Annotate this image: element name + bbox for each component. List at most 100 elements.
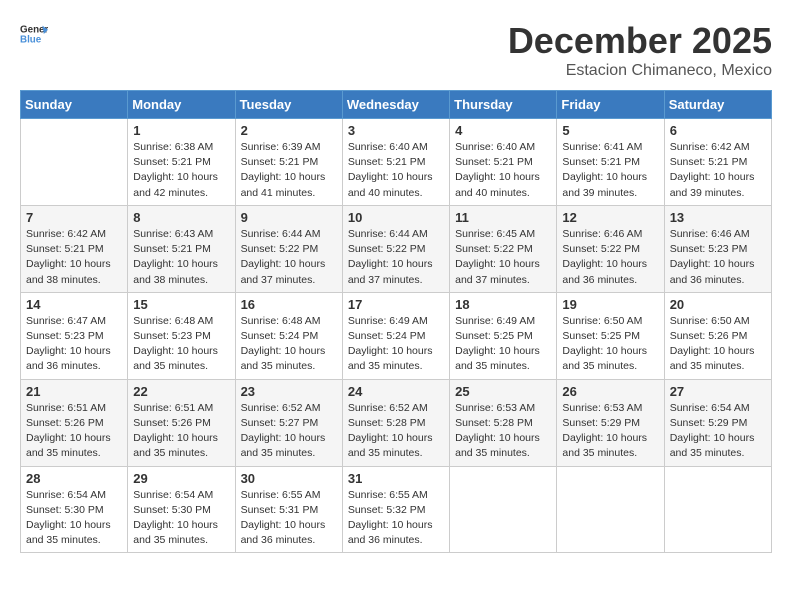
location-title: Estacion Chimaneco, Mexico bbox=[508, 62, 772, 80]
day-cell: 7 Sunrise: 6:42 AM Sunset: 5:21 PM Daylig… bbox=[21, 205, 128, 292]
day-cell: 10Sunrise: 6:44 AM Sunset: 5:22 PM Dayli… bbox=[342, 205, 449, 292]
day-number: 25 bbox=[455, 384, 551, 399]
day-info: Sunrise: 6:50 AM Sunset: 5:25 PM Dayligh… bbox=[562, 314, 658, 375]
day-cell: 18 Sunrise: 6:49 AM Sunset: 5:25 PM Dayli… bbox=[450, 292, 557, 379]
day-info: Sunrise: 6:55 AM Sunset: 5:31 PM Dayligh… bbox=[241, 488, 337, 549]
day-number: 11 bbox=[455, 210, 551, 225]
day-info: Sunrise: 6:54 AM Sunset: 5:30 PM Dayligh… bbox=[26, 488, 122, 549]
weekday-header-tuesday: Tuesday bbox=[235, 91, 342, 119]
day-number: 30 bbox=[241, 471, 337, 486]
day-info: Sunrise: 6:40 AM Sunset: 5:21 PM Dayligh… bbox=[455, 140, 551, 201]
day-cell bbox=[664, 466, 771, 553]
day-info: Sunrise: 6:53 AM Sunset: 5:28 PM Dayligh… bbox=[455, 401, 551, 462]
day-cell: 8Sunrise: 6:43 AM Sunset: 5:21 PM Daylig… bbox=[128, 205, 235, 292]
day-number: 20 bbox=[670, 297, 766, 312]
day-info: Sunrise: 6:49 AM Sunset: 5:24 PM Dayligh… bbox=[348, 314, 444, 375]
day-info: Sunrise: 6:54 AM Sunset: 5:29 PM Dayligh… bbox=[670, 401, 766, 462]
header: General Blue December 2025 Estacion Chim… bbox=[20, 20, 772, 80]
day-cell: 30 Sunrise: 6:55 AM Sunset: 5:31 PM Dayli… bbox=[235, 466, 342, 553]
day-cell: 26 Sunrise: 6:53 AM Sunset: 5:29 PM Dayli… bbox=[557, 379, 664, 466]
title-area: December 2025 Estacion Chimaneco, Mexico bbox=[508, 20, 772, 80]
day-info: Sunrise: 6:42 AM Sunset: 5:21 PM Dayligh… bbox=[26, 227, 122, 288]
day-cell: 1Sunrise: 6:38 AM Sunset: 5:21 PM Daylig… bbox=[128, 119, 235, 206]
day-cell bbox=[557, 466, 664, 553]
day-info: Sunrise: 6:46 AM Sunset: 5:23 PM Dayligh… bbox=[670, 227, 766, 288]
day-number: 21 bbox=[26, 384, 122, 399]
day-info: Sunrise: 6:44 AM Sunset: 5:22 PM Dayligh… bbox=[241, 227, 337, 288]
day-number: 24 bbox=[348, 384, 444, 399]
day-cell: 22Sunrise: 6:51 AM Sunset: 5:26 PM Dayli… bbox=[128, 379, 235, 466]
day-info: Sunrise: 6:45 AM Sunset: 5:22 PM Dayligh… bbox=[455, 227, 551, 288]
day-cell: 27 Sunrise: 6:54 AM Sunset: 5:29 PM Dayli… bbox=[664, 379, 771, 466]
day-cell: 15 Sunrise: 6:48 AM Sunset: 5:23 PM Dayli… bbox=[128, 292, 235, 379]
day-info: Sunrise: 6:42 AM Sunset: 5:21 PM Dayligh… bbox=[670, 140, 766, 201]
day-number: 7 bbox=[26, 210, 122, 225]
weekday-header-monday: Monday bbox=[128, 91, 235, 119]
weekday-header-saturday: Saturday bbox=[664, 91, 771, 119]
day-number: 3 bbox=[348, 123, 444, 138]
day-cell: 4 Sunrise: 6:40 AM Sunset: 5:21 PM Daylig… bbox=[450, 119, 557, 206]
day-cell: 29 Sunrise: 6:54 AM Sunset: 5:30 PM Dayli… bbox=[128, 466, 235, 553]
day-cell: 2 Sunrise: 6:39 AM Sunset: 5:21 PM Daylig… bbox=[235, 119, 342, 206]
day-info: Sunrise: 6:38 AM Sunset: 5:21 PM Dayligh… bbox=[133, 140, 229, 201]
weekday-header-sunday: Sunday bbox=[21, 91, 128, 119]
week-row-1: 1Sunrise: 6:38 AM Sunset: 5:21 PM Daylig… bbox=[21, 119, 772, 206]
day-cell: 28 Sunrise: 6:54 AM Sunset: 5:30 PM Dayli… bbox=[21, 466, 128, 553]
day-number: 5 bbox=[562, 123, 658, 138]
day-cell: 31Sunrise: 6:55 AM Sunset: 5:32 PM Dayli… bbox=[342, 466, 449, 553]
day-cell: 19 Sunrise: 6:50 AM Sunset: 5:25 PM Dayli… bbox=[557, 292, 664, 379]
day-number: 26 bbox=[562, 384, 658, 399]
day-number: 4 bbox=[455, 123, 551, 138]
day-number: 28 bbox=[26, 471, 122, 486]
day-number: 14 bbox=[26, 297, 122, 312]
day-cell bbox=[21, 119, 128, 206]
day-number: 23 bbox=[241, 384, 337, 399]
month-title: December 2025 bbox=[508, 20, 772, 62]
day-info: Sunrise: 6:55 AM Sunset: 5:32 PM Dayligh… bbox=[348, 488, 444, 549]
weekday-header-row: SundayMondayTuesdayWednesdayThursdayFrid… bbox=[21, 91, 772, 119]
day-cell: 16 Sunrise: 6:48 AM Sunset: 5:24 PM Dayli… bbox=[235, 292, 342, 379]
logo-icon: General Blue bbox=[20, 20, 48, 48]
week-row-2: 7 Sunrise: 6:42 AM Sunset: 5:21 PM Daylig… bbox=[21, 205, 772, 292]
day-number: 18 bbox=[455, 297, 551, 312]
day-info: Sunrise: 6:51 AM Sunset: 5:26 PM Dayligh… bbox=[26, 401, 122, 462]
day-info: Sunrise: 6:54 AM Sunset: 5:30 PM Dayligh… bbox=[133, 488, 229, 549]
day-number: 2 bbox=[241, 123, 337, 138]
day-cell: 17 Sunrise: 6:49 AM Sunset: 5:24 PM Dayli… bbox=[342, 292, 449, 379]
day-number: 22 bbox=[133, 384, 229, 399]
day-info: Sunrise: 6:39 AM Sunset: 5:21 PM Dayligh… bbox=[241, 140, 337, 201]
day-info: Sunrise: 6:47 AM Sunset: 5:23 PM Dayligh… bbox=[26, 314, 122, 375]
day-info: Sunrise: 6:52 AM Sunset: 5:27 PM Dayligh… bbox=[241, 401, 337, 462]
day-info: Sunrise: 6:40 AM Sunset: 5:21 PM Dayligh… bbox=[348, 140, 444, 201]
day-number: 29 bbox=[133, 471, 229, 486]
day-cell bbox=[450, 466, 557, 553]
day-number: 16 bbox=[241, 297, 337, 312]
day-number: 6 bbox=[670, 123, 766, 138]
week-row-4: 21 Sunrise: 6:51 AM Sunset: 5:26 PM Dayli… bbox=[21, 379, 772, 466]
week-row-5: 28 Sunrise: 6:54 AM Sunset: 5:30 PM Dayli… bbox=[21, 466, 772, 553]
day-cell: 25 Sunrise: 6:53 AM Sunset: 5:28 PM Dayli… bbox=[450, 379, 557, 466]
day-number: 8 bbox=[133, 210, 229, 225]
day-number: 9 bbox=[241, 210, 337, 225]
day-info: Sunrise: 6:46 AM Sunset: 5:22 PM Dayligh… bbox=[562, 227, 658, 288]
day-info: Sunrise: 6:50 AM Sunset: 5:26 PM Dayligh… bbox=[670, 314, 766, 375]
day-cell: 9 Sunrise: 6:44 AM Sunset: 5:22 PM Daylig… bbox=[235, 205, 342, 292]
svg-text:Blue: Blue bbox=[20, 34, 42, 45]
day-info: Sunrise: 6:48 AM Sunset: 5:24 PM Dayligh… bbox=[241, 314, 337, 375]
day-cell: 13Sunrise: 6:46 AM Sunset: 5:23 PM Dayli… bbox=[664, 205, 771, 292]
day-info: Sunrise: 6:44 AM Sunset: 5:22 PM Dayligh… bbox=[348, 227, 444, 288]
day-cell: 24Sunrise: 6:52 AM Sunset: 5:28 PM Dayli… bbox=[342, 379, 449, 466]
day-info: Sunrise: 6:53 AM Sunset: 5:29 PM Dayligh… bbox=[562, 401, 658, 462]
day-number: 19 bbox=[562, 297, 658, 312]
day-number: 27 bbox=[670, 384, 766, 399]
day-number: 17 bbox=[348, 297, 444, 312]
day-info: Sunrise: 6:41 AM Sunset: 5:21 PM Dayligh… bbox=[562, 140, 658, 201]
day-number: 15 bbox=[133, 297, 229, 312]
day-info: Sunrise: 6:49 AM Sunset: 5:25 PM Dayligh… bbox=[455, 314, 551, 375]
weekday-header-friday: Friday bbox=[557, 91, 664, 119]
day-info: Sunrise: 6:48 AM Sunset: 5:23 PM Dayligh… bbox=[133, 314, 229, 375]
day-cell: 3 Sunrise: 6:40 AM Sunset: 5:21 PM Daylig… bbox=[342, 119, 449, 206]
calendar-table: SundayMondayTuesdayWednesdayThursdayFrid… bbox=[20, 90, 772, 553]
day-cell: 5 Sunrise: 6:41 AM Sunset: 5:21 PM Daylig… bbox=[557, 119, 664, 206]
day-number: 12 bbox=[562, 210, 658, 225]
